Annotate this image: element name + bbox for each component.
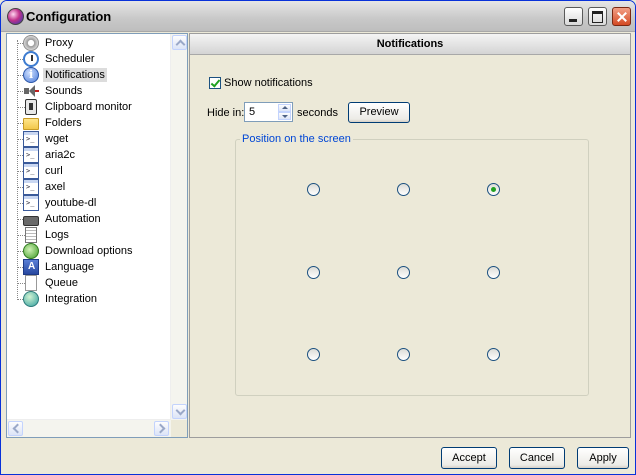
terminal-icon (23, 147, 39, 163)
gear-icon (23, 35, 39, 51)
spin-down-icon[interactable] (278, 112, 291, 120)
spin-up-icon[interactable] (278, 104, 291, 112)
clipboard-icon (25, 99, 37, 115)
queue-icon (25, 275, 37, 291)
tree-item-label: curl (45, 165, 63, 177)
position-radio-middle-center[interactable] (397, 266, 410, 279)
scroll-corner (171, 420, 187, 437)
vertical-scrollbar[interactable] (170, 34, 187, 420)
tree-item-label: Proxy (45, 37, 74, 49)
notifications-panel: Notifications Show notifications Hide in… (189, 33, 631, 438)
position-group (235, 139, 589, 396)
terminal-icon (23, 179, 39, 195)
scroll-up-icon[interactable] (172, 35, 187, 50)
integration-icon (23, 291, 39, 307)
tree-item-proxy[interactable]: Proxy (23, 35, 75, 51)
scroll-down-icon[interactable] (172, 404, 187, 419)
hide-seconds-value[interactable]: 5 (249, 106, 255, 118)
tree-item-label: Language (45, 261, 94, 273)
window-title: Configuration (26, 9, 112, 24)
close-button[interactable] (612, 7, 631, 26)
tree-item-notifications[interactable]: Notifications (23, 67, 107, 83)
tree-item-label: Queue (45, 277, 79, 289)
settings-tree: Proxy Scheduler Notifications Sounds Clipboa… (6, 33, 188, 438)
scroll-left-icon[interactable] (8, 421, 23, 436)
tree-item-label: aria2c (45, 149, 75, 161)
speaker-icon (23, 83, 39, 99)
tree-item-download-options[interactable]: Download options (23, 243, 134, 259)
preview-button[interactable]: Preview (348, 102, 410, 123)
position-group-title: Position on the screen (240, 133, 353, 145)
scroll-right-icon[interactable] (154, 421, 169, 436)
chip-icon (23, 215, 39, 226)
app-icon (7, 8, 24, 25)
download-options-icon (23, 243, 39, 259)
position-radio-top-left[interactable] (307, 183, 320, 196)
tree-item-axel[interactable]: axel (23, 179, 67, 195)
tree-item-label: Folders (45, 117, 82, 129)
tree-item-label: axel (45, 181, 66, 193)
tree-item-language[interactable]: Language (23, 259, 96, 275)
tree-item-aria2c[interactable]: aria2c (23, 147, 77, 163)
log-icon (25, 227, 37, 243)
tree-item-label: Scheduler (45, 53, 95, 65)
tree-item-label: Download options (45, 245, 133, 257)
show-notifications-label[interactable]: Show notifications (224, 77, 313, 89)
language-icon (23, 259, 39, 275)
tree-item-integration[interactable]: Integration (23, 291, 99, 307)
tree-item-automation[interactable]: Automation (23, 211, 103, 227)
terminal-icon (23, 195, 39, 211)
position-radio-middle-right[interactable] (487, 266, 500, 279)
hide-seconds-spinner[interactable]: 5 (244, 102, 293, 122)
tree-item-clipboard-monitor[interactable]: Clipboard monitor (23, 99, 134, 115)
tree-item-folders[interactable]: Folders (23, 115, 84, 131)
position-radio-bottom-center[interactable] (397, 348, 410, 361)
maximize-button[interactable] (588, 7, 607, 26)
configuration-window: Configuration Proxy Scheduler Notification… (0, 0, 636, 475)
horizontal-scrollbar[interactable] (7, 419, 171, 437)
tree-item-label: Integration (45, 293, 97, 305)
cancel-button[interactable]: Cancel (509, 447, 565, 469)
tree-item-label: Notifications (43, 68, 107, 82)
tree-item-youtube-dl[interactable]: youtube-dl (23, 195, 98, 211)
clock-icon (23, 51, 39, 67)
tree-item-queue[interactable]: Queue (23, 275, 80, 291)
tree-item-logs[interactable]: Logs (23, 227, 71, 243)
tree-item-scheduler[interactable]: Scheduler (23, 51, 97, 67)
minimize-button[interactable] (564, 7, 583, 26)
seconds-label: seconds (297, 107, 338, 119)
tree-item-label: Automation (45, 213, 101, 225)
terminal-icon (23, 163, 39, 179)
tree-item-label: Sounds (45, 85, 83, 97)
title-bar[interactable]: Configuration (1, 1, 635, 32)
tree-item-label: wget (45, 133, 69, 145)
show-notifications-checkbox[interactable] (209, 77, 221, 89)
info-icon (23, 67, 39, 83)
tree-connector (17, 40, 18, 298)
tree-item-label: Clipboard monitor (45, 101, 132, 113)
panel-header: Notifications (190, 34, 630, 55)
apply-button[interactable]: Apply (577, 447, 629, 469)
position-radio-bottom-right[interactable] (487, 348, 500, 361)
tree-item-curl[interactable]: curl (23, 163, 65, 179)
tree-item-label: Logs (45, 229, 69, 241)
folder-icon (23, 118, 39, 130)
tree-item-wget[interactable]: wget (23, 131, 70, 147)
position-radio-middle-left[interactable] (307, 266, 320, 279)
position-radio-bottom-left[interactable] (307, 348, 320, 361)
position-radio-top-right[interactable] (487, 183, 500, 196)
terminal-icon (23, 131, 39, 147)
accept-button[interactable]: Accept (441, 447, 497, 469)
tree-item-label: youtube-dl (45, 197, 97, 209)
tree-items: Proxy Scheduler Notifications Sounds Clipboa… (7, 34, 171, 420)
hide-in-label: Hide in: (207, 107, 245, 119)
position-radio-top-center[interactable] (397, 183, 410, 196)
tree-item-sounds[interactable]: Sounds (23, 83, 84, 99)
